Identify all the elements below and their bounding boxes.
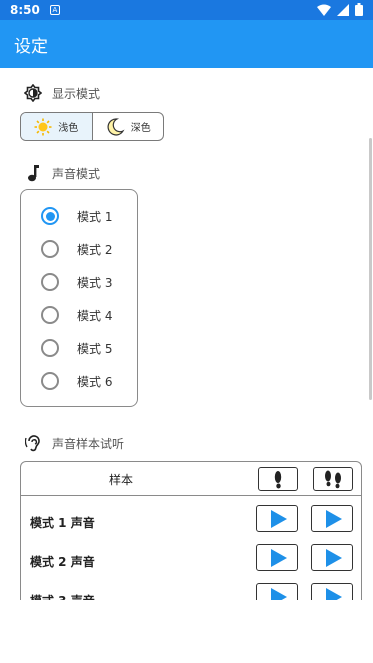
display-mode-header: 显示模式 [24,84,100,102]
table-header: 样本 [21,462,361,496]
table-row: 模式 2 声音 [21,541,361,581]
radio-button[interactable] [41,339,59,357]
sound-mode-option-label: 模式 3 [77,275,113,290]
sound-mode-option-label: 模式 1 [77,209,113,224]
single-footprint-icon [274,471,282,489]
sound-mode-option-label: 模式 5 [77,341,113,356]
play-icon [270,587,287,600]
play-icon [325,587,342,600]
sample-row-label: 模式 2 声音 [30,555,95,569]
sound-mode-option-5[interactable]: 模式 5 [41,338,112,358]
play-icon [325,509,342,528]
play-double-button[interactable] [311,544,353,571]
sun-icon [34,118,52,135]
play-single-button[interactable] [256,544,298,571]
table-row: 模式 1 声音 [21,502,361,542]
sample-row-label: 模式 1 声音 [30,516,95,530]
wifi-icon [317,4,331,16]
music-note-icon [24,164,42,182]
play-single-button[interactable] [256,505,298,532]
sound-mode-option-label: 模式 6 [77,374,113,389]
radio-button[interactable] [41,240,59,258]
radio-button[interactable] [41,306,59,324]
brightness-icon [24,84,42,102]
sound-mode-option-label: 模式 4 [77,308,113,323]
dark-mode-label: 深色 [130,123,151,134]
signal-icon [337,3,349,16]
play-icon [270,548,287,567]
sound-samples-header: 声音样本试听 [24,434,124,452]
play-double-button[interactable] [311,505,353,532]
moon-icon [107,117,125,136]
notification-badge: A [49,5,60,15]
table-row: 模式 3 声音 [21,580,361,600]
ear-icon [24,434,42,452]
play-single-button[interactable] [256,583,298,600]
sound-samples-title: 声音样本试听 [52,436,125,451]
double-footprints-icon [325,470,341,489]
radio-button-checked[interactable] [41,207,59,225]
radio-button[interactable] [41,273,59,291]
dark-mode-option[interactable]: 深色 [93,113,164,140]
sound-mode-radio-group: 模式 1 模式 2 模式 3 模式 4 模式 5 模式 6 [20,189,138,407]
sound-mode-option-label: 模式 2 [77,242,113,257]
sound-mode-option-3[interactable]: 模式 3 [41,272,112,292]
status-bar: 8:50 A [0,0,373,20]
status-time: 8:50 [10,3,40,17]
battery-icon [355,3,363,16]
scrollbar[interactable] [369,138,372,400]
status-icons [317,3,363,16]
sample-row-label: 模式 3 声音 [30,592,95,600]
sample-column-label: 样本 [109,473,134,487]
single-footprint-button[interactable] [258,467,298,491]
light-mode-option[interactable]: 浅色 [21,113,93,140]
radio-button[interactable] [41,372,59,390]
play-double-button[interactable] [311,583,353,600]
display-mode-toggle[interactable]: 浅色 深色 [20,112,164,141]
sound-mode-header: 声音模式 [24,164,100,182]
sound-mode-option-4[interactable]: 模式 4 [41,305,112,325]
sound-samples-table: 样本 模式 1 声音 模式 2 声音 [20,461,362,600]
app-bar: 设定 [0,20,373,68]
light-mode-label: 浅色 [58,123,79,134]
play-icon [325,548,342,567]
sound-mode-title: 声音模式 [52,166,101,181]
sound-mode-option-1[interactable]: 模式 1 [41,206,112,226]
settings-content[interactable]: 显示模式 浅色 深色 声音模式 模式 1 模式 2 模式 3 模式 4 模式 5… [0,68,373,600]
double-footprints-button[interactable] [313,467,353,491]
display-mode-title: 显示模式 [52,86,101,101]
page-title: 设定 [14,36,48,57]
sound-mode-option-2[interactable]: 模式 2 [41,239,112,259]
sound-mode-option-6[interactable]: 模式 6 [41,371,112,391]
play-icon [270,509,287,528]
